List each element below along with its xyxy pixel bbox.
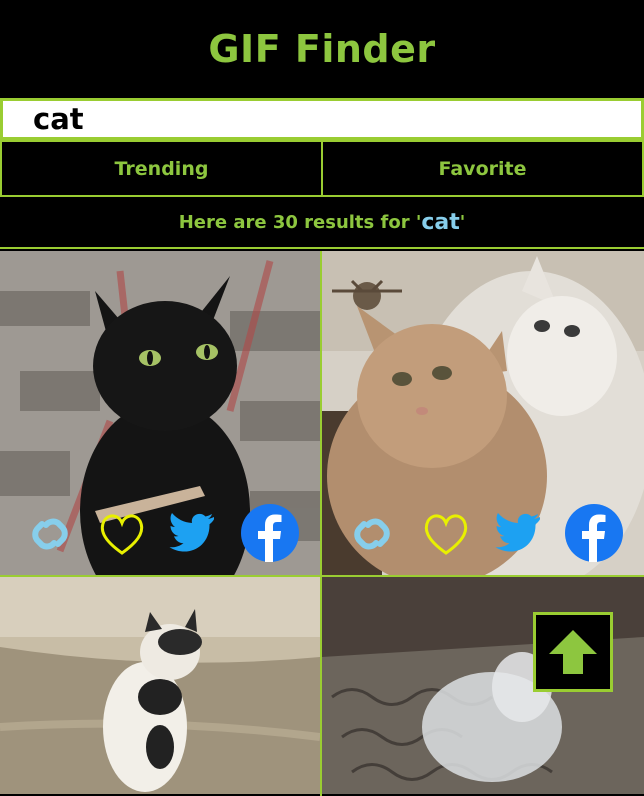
link-icon[interactable] (342, 503, 402, 563)
search-bar (0, 98, 644, 140)
results-prefix: Here are 30 results for ' (178, 211, 422, 233)
search-input[interactable] (3, 101, 641, 137)
gif-card[interactable] (0, 577, 320, 794)
results-suffix: ' (459, 211, 466, 233)
facebook-icon[interactable] (564, 503, 624, 563)
heart-icon[interactable] (416, 503, 476, 563)
grid-divider-vertical (320, 251, 322, 796)
gif-grid (0, 247, 644, 796)
gif-actions (322, 503, 644, 567)
results-summary: Here are 30 results for ' cat ' (0, 197, 644, 247)
grid-divider-horizontal (0, 575, 644, 577)
gif-card[interactable] (322, 251, 644, 575)
heart-icon[interactable] (92, 503, 152, 563)
gif-actions (0, 503, 320, 567)
gif-image-beach-cat (0, 577, 320, 794)
facebook-icon[interactable] (240, 503, 300, 563)
gif-card[interactable] (0, 251, 320, 575)
results-term: cat (421, 209, 460, 235)
tab-bar: Trending Favorite (0, 140, 644, 197)
scroll-to-top-button[interactable] (533, 612, 613, 692)
app-title: GIF Finder (208, 27, 436, 71)
link-icon[interactable] (20, 503, 80, 563)
twitter-icon[interactable] (160, 503, 220, 563)
arrow-up-icon (549, 630, 597, 674)
tab-favorite[interactable]: Favorite (322, 140, 644, 197)
twitter-icon[interactable] (486, 503, 546, 563)
tab-trending[interactable]: Trending (0, 140, 322, 197)
app-header: GIF Finder (0, 0, 644, 98)
